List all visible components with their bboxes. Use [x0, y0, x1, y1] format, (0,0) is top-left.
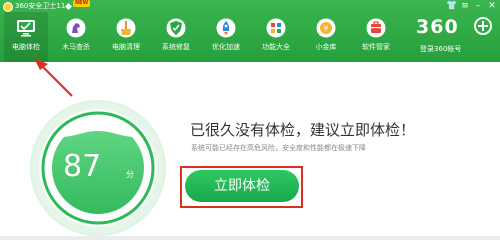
coin-icon: ¥	[316, 18, 336, 38]
nav-item-computer-check[interactable]: 电脑体检	[4, 12, 48, 62]
new-badge: NEW	[73, 0, 91, 7]
score-value: 87	[63, 149, 102, 184]
broom-icon	[116, 18, 136, 38]
app-window: 360安全卫士11 NEW 👕 ≡ – ✕ 电脑体检 木马查杀 电脑清理 系统修…	[0, 0, 500, 240]
brand-logo-text: 360	[416, 16, 459, 38]
nav-item-software-manager[interactable]: 软件管家	[354, 12, 398, 62]
login-link[interactable]: 登录360帐号	[420, 44, 461, 54]
nav-label: 电脑体检	[12, 43, 40, 51]
minimize-icon[interactable]: –	[472, 0, 484, 12]
nav-label: 优化加速	[212, 43, 240, 51]
nav-item-vault[interactable]: ¥ 小金库	[304, 12, 348, 62]
nav-label: 小金库	[315, 43, 337, 51]
annotation-arrow-icon	[34, 58, 73, 97]
status-subline: 系统可能已经存在高危风险，安全度和性能都在极速下降	[191, 144, 366, 152]
plus-logo-icon	[474, 17, 492, 35]
app-title: 360安全卫士11	[15, 2, 66, 10]
nav-item-speedup[interactable]: 优化加速	[204, 12, 248, 62]
main-nav: 电脑体检 木马查杀 电脑清理 系统修复 优化加速 功能大全 ¥ 小金库 软件管家	[0, 12, 405, 62]
skin-icon[interactable]: 👕	[446, 0, 458, 12]
monitor-check-icon	[17, 20, 35, 37]
nav-label: 系统修复	[162, 43, 190, 51]
check-now-button[interactable]: 立即体检	[185, 170, 299, 202]
nav-label: 软件管家	[362, 43, 390, 51]
version-diamond-icon	[64, 2, 73, 11]
menu-icon[interactable]: ≡	[459, 0, 471, 12]
software-box-icon	[366, 18, 386, 38]
top-toolbar: 360安全卫士11 NEW 👕 ≡ – ✕ 电脑体检 木马查杀 电脑清理 系统修…	[0, 0, 500, 62]
nav-item-system-repair[interactable]: 系统修复	[154, 12, 198, 62]
nav-item-all-features[interactable]: 功能大全	[254, 12, 298, 62]
svg-text:¥: ¥	[323, 24, 328, 33]
score-unit: 分	[126, 170, 134, 179]
nav-label: 木马查杀	[62, 43, 90, 51]
nav-item-trojan-scan[interactable]: 木马查杀	[54, 12, 98, 62]
nav-label: 功能大全	[262, 43, 290, 51]
app-logo-icon	[3, 2, 13, 12]
nav-label: 电脑清理	[112, 43, 140, 51]
nav-item-cleanup[interactable]: 电脑清理	[104, 12, 148, 62]
status-headline: 已很久没有体检，建议立即体检！	[190, 121, 416, 139]
grid-icon	[266, 18, 286, 38]
close-icon[interactable]: ✕	[486, 0, 498, 12]
rocket-icon	[216, 18, 236, 38]
horse-icon	[66, 18, 86, 38]
shield-icon	[166, 18, 186, 38]
brand-area: 360 登录360帐号	[408, 14, 500, 60]
bottom-divider	[0, 236, 500, 240]
